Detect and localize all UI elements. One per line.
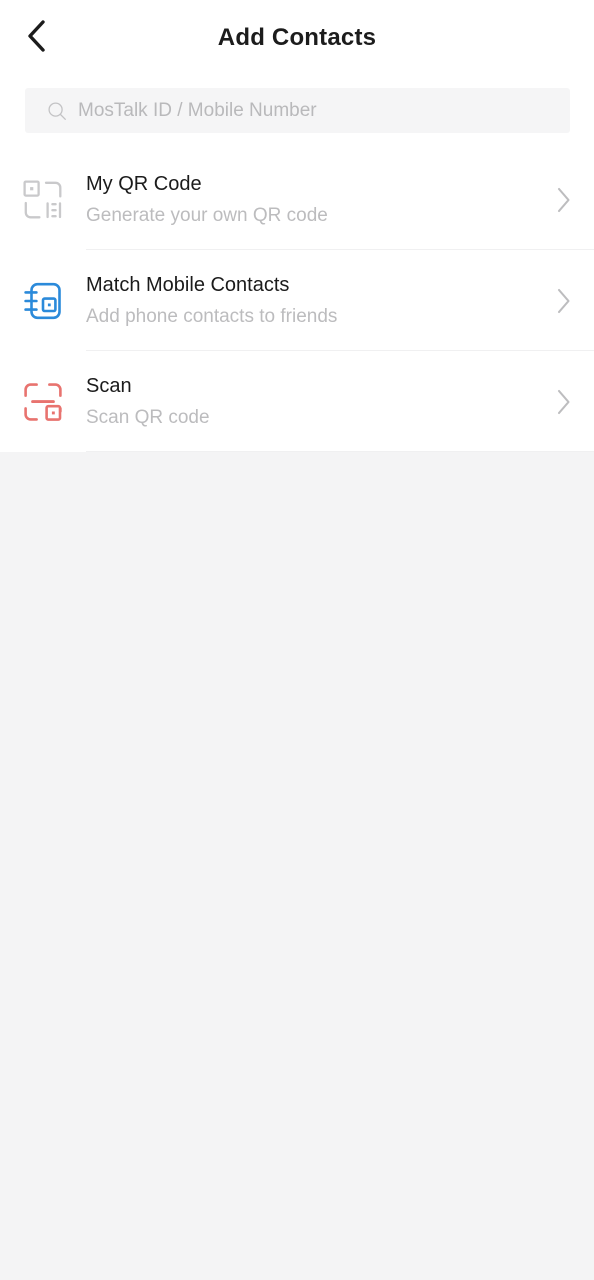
chevron-right-icon[interactable] [534,388,594,416]
list-item-text: Match Mobile Contacts Add phone contacts… [86,273,534,328]
list-item-title: My QR Code [86,173,202,195]
address-book-icon [0,280,86,322]
content-sheet: Add Contacts MosTalk ID / Mobile Number … [0,0,594,452]
my-qr-code-icon [0,179,86,221]
row-divider [86,451,594,452]
search-input[interactable] [78,88,570,133]
list-item-my-qr-code[interactable]: My QR Code Generate your own QR code [0,149,594,250]
list-item-subtitle: Generate your own QR code [86,205,328,226]
list-item-match-mobile-contacts[interactable]: Match Mobile Contacts Add phone contacts… [0,250,594,351]
page-title: Add Contacts [217,24,377,51]
scan-frame-icon [0,381,86,423]
list-item-subtitle: Scan QR code [86,407,210,428]
options-list: My QR Code Generate your own QR code Mat… [0,149,594,452]
chevron-right-icon[interactable] [534,287,594,315]
search-icon [47,101,67,121]
list-item-scan[interactable]: Scan Scan QR code [0,351,594,452]
add-contacts-screen: Add Contacts MosTalk ID / Mobile Number … [0,0,594,1280]
chevron-right-icon[interactable] [534,186,594,214]
list-item-title: Scan [86,375,132,397]
list-item-text: Scan Scan QR code [86,374,534,429]
list-item-title: Match Mobile Contacts [86,274,290,296]
list-item-subtitle: Add phone contacts to friends [86,306,338,327]
app-header: Add Contacts [0,0,594,76]
search-bar[interactable] [25,88,570,133]
list-item-text: My QR Code Generate your own QR code [86,172,534,227]
